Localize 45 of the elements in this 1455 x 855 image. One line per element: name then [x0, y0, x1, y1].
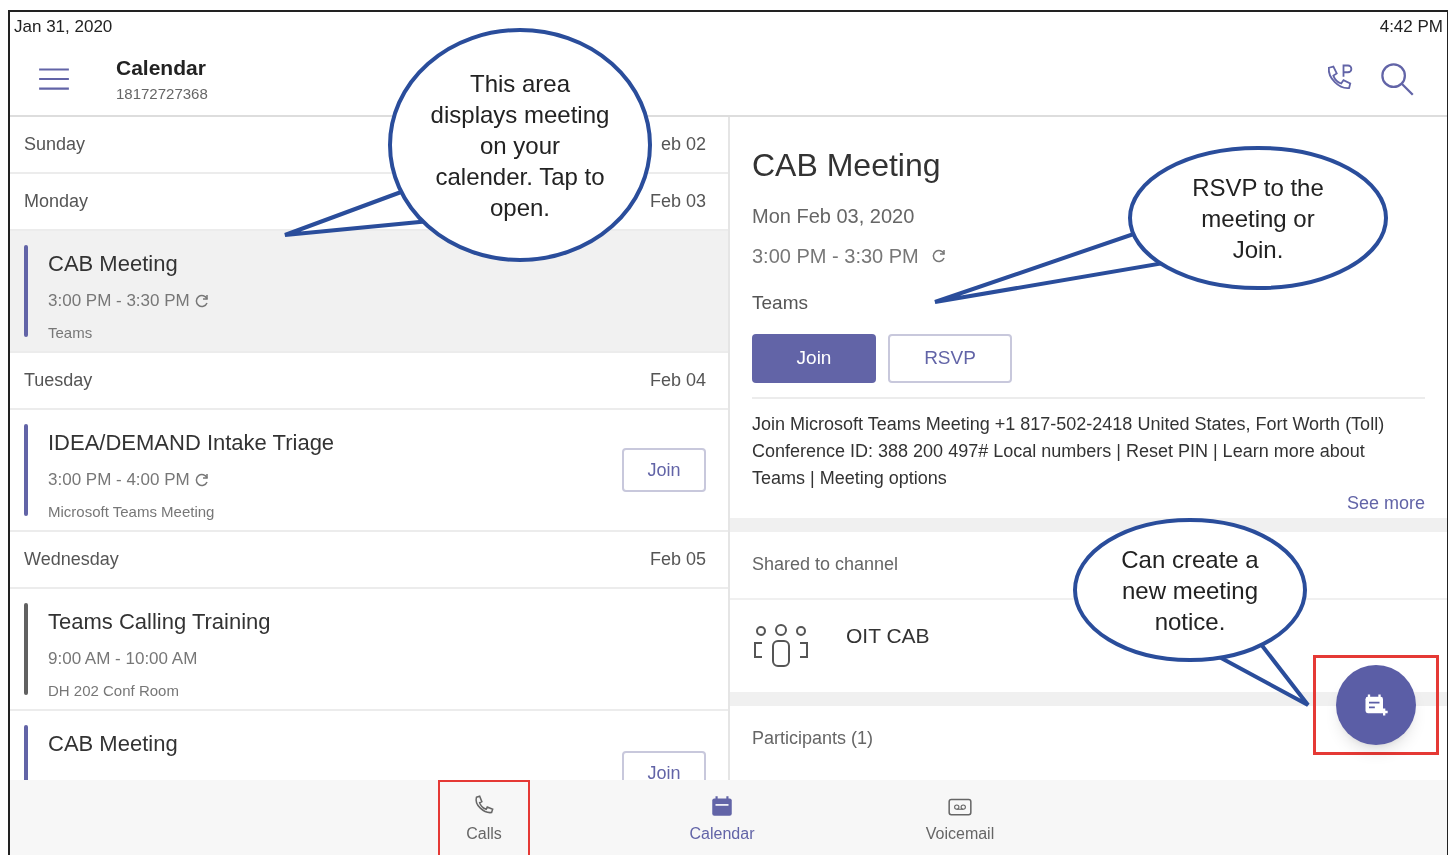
callout-text: Can create a new meeting notice. — [1120, 544, 1260, 637]
join-button[interactable]: Join — [622, 448, 706, 492]
event-title: CAB Meeting — [48, 730, 179, 758]
event-location: Microsoft Teams Meeting — [48, 501, 216, 522]
header-subtitle: 18172727368 — [116, 84, 208, 104]
nav-tab[interactable]: Calendar — [676, 780, 768, 855]
event-time: 3:00 PM - 3:30 PM — [48, 290, 190, 312]
day-label: Tuesday — [24, 369, 93, 392]
meeting-description: Join Microsoft Teams Meeting +1 817-502-2418 United States, Fort Worth (Toll) Conference ID: 388 200 497# Local numbers | Reset PIN | Learn more about Teams | Meeting options — [752, 412, 1386, 490]
event-location: DH 202 Conf Room — [48, 680, 180, 701]
status-time: 4:42 PM — [1379, 16, 1443, 39]
event-title: Teams Calling Training — [48, 608, 272, 636]
nav-tab[interactable]: Voicemail — [914, 780, 1006, 855]
join-button[interactable]: Join — [622, 751, 706, 780]
nav-tab[interactable]: Calls — [438, 780, 530, 855]
day-label: Wednesday — [24, 548, 119, 571]
day-date: Feb 05 — [649, 548, 706, 571]
event-location: Teams — [48, 322, 94, 343]
event-title: IDEA/DEMAND Intake Triage — [48, 429, 336, 457]
meeting-button[interactable]: RSVP — [888, 333, 1012, 383]
day-label: Sunday — [24, 133, 86, 156]
meeting-time: 3:00 PM - 3:30 PM — [752, 244, 919, 269]
section-label: Participants (1) — [752, 727, 874, 750]
meeting-location: Teams — [752, 291, 808, 315]
event-time: 9:00 AM - 10:00 AM — [48, 648, 198, 670]
event-title: CAB Meeting — [48, 250, 179, 278]
team-icon — [752, 622, 810, 669]
meeting-title: CAB Meeting — [752, 146, 941, 185]
channel-name: OIT CAB — [846, 622, 930, 649]
day-date: Feb 03 — [649, 190, 706, 213]
day-date: Feb 04 — [649, 369, 706, 392]
status-date: Jan 31, 2020 — [14, 16, 113, 39]
day-date: eb 02 — [660, 133, 706, 156]
search-icon[interactable] — [1379, 60, 1415, 97]
meeting-date: Mon Feb 03, 2020 — [752, 204, 915, 229]
header-title: Calendar — [116, 54, 207, 81]
event-item[interactable]: CAB Meeting 3:00 PM - 3:30 PM Teams — [10, 231, 728, 353]
callout-text: RSVP to the meeting or Join. — [1191, 172, 1325, 265]
day-label: Monday — [24, 190, 89, 213]
meeting-button[interactable]: Join — [752, 333, 876, 383]
callout-text: This area displays meeting on your calender. Tap to open. — [430, 68, 610, 223]
section-label: Shared to channel — [752, 553, 899, 576]
see-more-link[interactable]: See more — [1346, 491, 1425, 514]
event-time: 3:00 PM - 4:00 PM — [48, 469, 190, 491]
calendar-icon — [709, 794, 735, 818]
